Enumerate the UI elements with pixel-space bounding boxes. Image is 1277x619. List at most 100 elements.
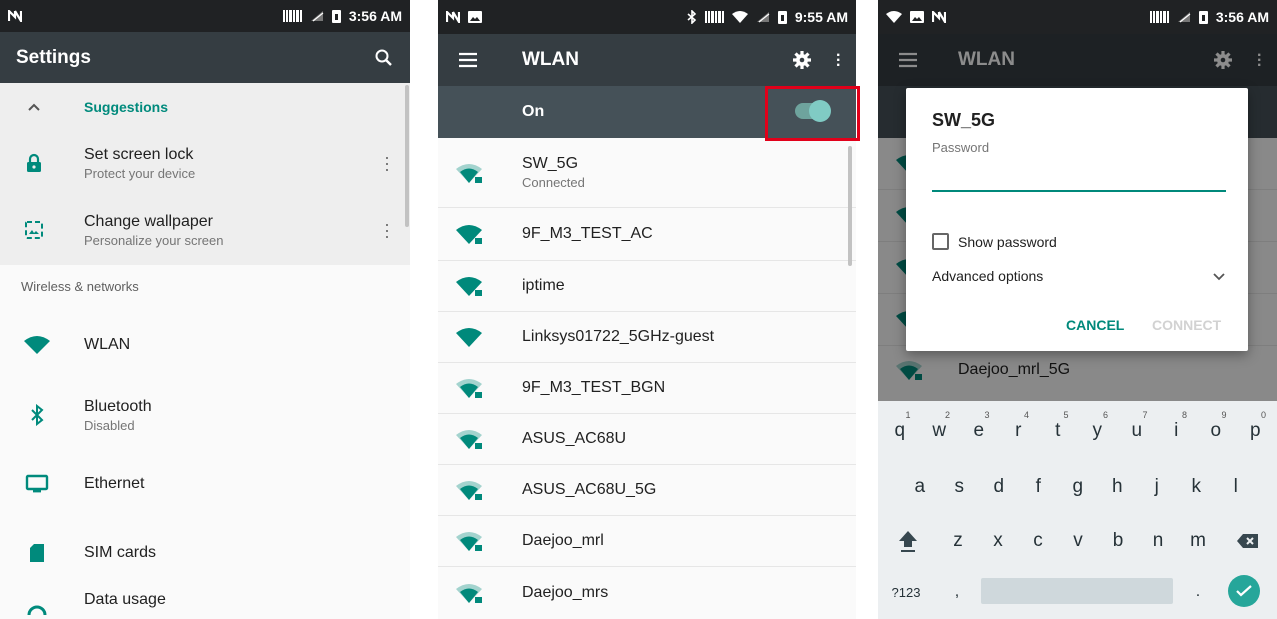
network-name: 9F_M3_TEST_BGN xyxy=(522,379,666,396)
status-time: 3:56 AM xyxy=(348,8,402,24)
status-bar: 9:55 AM xyxy=(438,0,856,34)
key-d[interactable]: d xyxy=(979,461,1019,513)
network-status: Connected xyxy=(522,175,585,190)
network-list: SW_5G Connected 9F_M3_TEST_AC iptime Lin… xyxy=(438,138,856,618)
barcode-icon xyxy=(1149,11,1169,23)
search-icon[interactable] xyxy=(374,48,394,68)
key-label: r xyxy=(1015,420,1022,441)
keyboard-row-3: zxcvbnm xyxy=(878,515,1277,567)
wifi-question-icon xyxy=(886,11,902,23)
advanced-options-label: Advanced options xyxy=(932,268,1044,284)
key-m[interactable]: m xyxy=(1178,515,1218,567)
wifi-locked-icon xyxy=(456,163,482,183)
shift-icon xyxy=(899,531,917,552)
backspace-key[interactable] xyxy=(1228,515,1268,567)
network-item[interactable]: iptime xyxy=(438,261,856,312)
network-item[interactable]: ASUS_AC68U xyxy=(438,414,856,465)
key-label: w xyxy=(932,420,947,441)
key-f[interactable]: f xyxy=(1019,461,1059,513)
network-name: SW_5G xyxy=(522,155,579,172)
symbols-key[interactable]: ?123 xyxy=(886,566,926,618)
network-name: Daejoo_mrs xyxy=(522,583,609,601)
enter-key[interactable] xyxy=(1228,575,1260,607)
scrollbar[interactable] xyxy=(848,146,852,266)
key-k[interactable]: k xyxy=(1177,461,1217,513)
bluetooth-status-icon xyxy=(687,10,697,24)
key-j[interactable]: j xyxy=(1137,461,1177,513)
nfc-icon xyxy=(446,11,460,23)
suggestion-screen-lock[interactable]: Set screen lock Protect your device · · · xyxy=(0,131,410,195)
network-item[interactable]: Linksys01722_5GHz-guest xyxy=(438,312,856,363)
chevron-up-icon[interactable] xyxy=(27,102,41,112)
key-o[interactable]: o9 xyxy=(1196,405,1236,457)
gear-icon[interactable] xyxy=(792,50,812,70)
suggestion-wallpaper[interactable]: Change wallpaper Personalize your screen… xyxy=(0,195,410,265)
shift-key[interactable] xyxy=(878,515,938,567)
scrollbar[interactable] xyxy=(405,85,409,227)
settings-item-data-usage[interactable]: Data usage xyxy=(0,587,410,619)
suggestions-header[interactable]: Suggestions xyxy=(0,83,410,131)
period-key[interactable]: . xyxy=(1183,566,1213,618)
space-key[interactable] xyxy=(981,578,1173,604)
key-hint: 7 xyxy=(1142,410,1148,420)
app-bar: WLAN · · · xyxy=(438,34,856,86)
more-options-icon[interactable]: · · · xyxy=(384,148,390,178)
key-b[interactable]: b xyxy=(1098,515,1138,567)
key-label: p xyxy=(1249,420,1261,441)
status-bar: 3:56 AM xyxy=(878,0,1277,34)
key-u[interactable]: u7 xyxy=(1117,405,1157,457)
key-z[interactable]: z xyxy=(938,515,978,567)
key-v[interactable]: v xyxy=(1058,515,1098,567)
network-item[interactable]: Daejoo_mrs xyxy=(438,567,856,618)
key-q[interactable]: q1 xyxy=(880,405,920,457)
cancel-button[interactable]: CANCEL xyxy=(1066,317,1124,333)
settings-item-label: Ethernet xyxy=(84,474,145,492)
barcode-icon xyxy=(704,11,724,23)
key-a[interactable]: a xyxy=(900,461,940,513)
overflow-menu-icon[interactable]: · · · xyxy=(836,47,841,73)
show-password-checkbox[interactable]: Show password xyxy=(932,233,1057,250)
soft-keyboard: q1w2e3r4t5y6u7i8o9p0 asdfghjkl zxcvbnm ?… xyxy=(878,401,1277,619)
toggle-label: On xyxy=(522,103,545,120)
key-s[interactable]: s xyxy=(940,461,980,513)
nfc-icon xyxy=(932,11,946,23)
key-h[interactable]: h xyxy=(1098,461,1138,513)
checkbox-box[interactable] xyxy=(932,233,949,250)
network-item[interactable]: 9F_M3_TEST_AC xyxy=(438,208,856,261)
lock-icon xyxy=(27,153,41,172)
page-title: Settings xyxy=(16,46,91,68)
connect-button[interactable]: CONNECT xyxy=(1152,317,1221,333)
key-g[interactable]: g xyxy=(1058,461,1098,513)
wifi-locked-icon xyxy=(456,430,482,449)
settings-item-bluetooth[interactable]: Bluetooth Disabled xyxy=(0,381,410,449)
more-options-icon[interactable]: · · · xyxy=(384,215,390,245)
key-l[interactable]: l xyxy=(1216,461,1256,513)
key-p[interactable]: p0 xyxy=(1236,405,1276,457)
dialog-title: SW_5G xyxy=(932,110,996,130)
key-i[interactable]: i8 xyxy=(1157,405,1197,457)
key-label: o xyxy=(1210,420,1222,441)
key-c[interactable]: c xyxy=(1018,515,1058,567)
key-n[interactable]: n xyxy=(1138,515,1178,567)
advanced-options-toggle[interactable]: Advanced options xyxy=(932,268,1226,284)
menu-icon[interactable] xyxy=(458,52,478,68)
key-hint: 4 xyxy=(1023,410,1029,420)
network-item[interactable]: SW_5G Connected xyxy=(438,138,856,208)
key-w[interactable]: w2 xyxy=(920,405,960,457)
comma-key[interactable]: , xyxy=(942,566,972,618)
wifi-locked-icon xyxy=(456,481,482,500)
password-input[interactable] xyxy=(932,160,1226,192)
key-x[interactable]: x xyxy=(978,515,1018,567)
settings-item-ethernet[interactable]: Ethernet xyxy=(0,449,410,518)
key-label: y xyxy=(1092,420,1103,441)
chevron-down-icon[interactable] xyxy=(1212,272,1226,281)
key-y[interactable]: y6 xyxy=(1078,405,1118,457)
network-item[interactable]: Daejoo_mrl xyxy=(438,516,856,567)
key-t[interactable]: t5 xyxy=(1038,405,1078,457)
settings-item-sim-cards[interactable]: SIM cards xyxy=(0,518,410,587)
key-r[interactable]: r4 xyxy=(999,405,1039,457)
network-item[interactable]: ASUS_AC68U_5G xyxy=(438,465,856,516)
key-e[interactable]: e3 xyxy=(959,405,999,457)
settings-item-wlan[interactable]: WLAN xyxy=(0,309,410,381)
network-item[interactable]: 9F_M3_TEST_BGN xyxy=(438,363,856,414)
